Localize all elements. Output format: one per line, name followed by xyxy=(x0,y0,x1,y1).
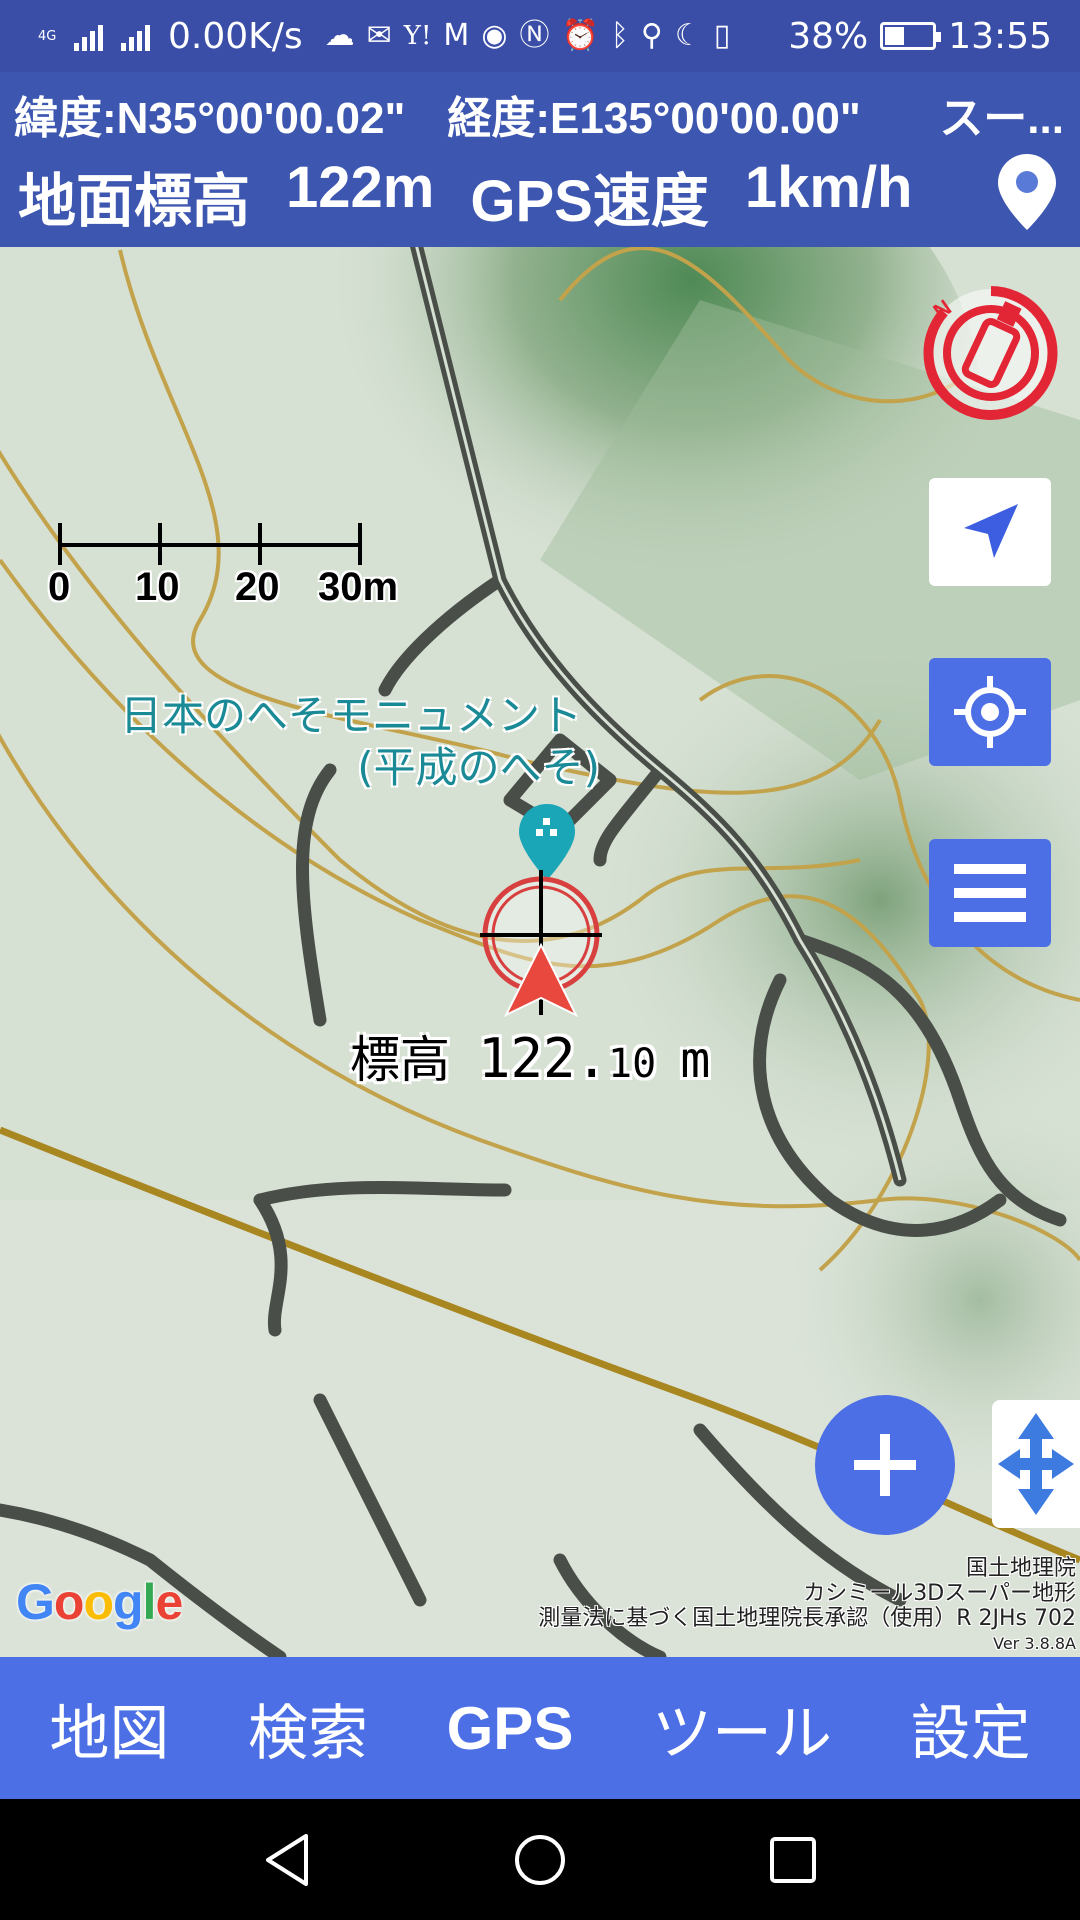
gmail-icon: M xyxy=(443,18,470,53)
latitude: 緯度:N35°00'00.02" xyxy=(14,94,406,143)
version-label: Ver 3.8.8A xyxy=(993,1634,1076,1653)
navigate-button[interactable] xyxy=(929,478,1051,586)
elevation-int: 122. xyxy=(478,1027,609,1090)
elevation-label-text: 標高 xyxy=(350,1031,450,1089)
scale-label-20: 20 xyxy=(235,565,280,609)
signal-icon-2 xyxy=(121,21,150,51)
weather-icon: ☁ xyxy=(324,18,355,53)
attribution-line-3: 測量法に基づく国土地理院長承認（使用）R 2JHs 702 xyxy=(538,1606,1076,1631)
gps-speed-label: GPS速度 xyxy=(470,169,709,234)
pan-button[interactable] xyxy=(992,1400,1080,1528)
compass-icon: N xyxy=(923,286,1058,420)
elevation-unit: m xyxy=(680,1031,711,1089)
tab-gps[interactable]: GPS xyxy=(447,1694,574,1763)
scale-label-0: 0 xyxy=(48,565,71,609)
ground-elevation-value: 122m xyxy=(286,155,435,220)
network-speed: 0.00K/s xyxy=(168,15,303,57)
scale-label-30: 30m xyxy=(318,565,399,609)
map-pin-icon xyxy=(998,154,1056,230)
center-elevation-label: 標高 122.10 m xyxy=(350,1020,710,1092)
eye-icon: ◉ xyxy=(481,18,508,53)
poi-name: 日本のへそモニュメント xyxy=(120,691,583,740)
tab-settings[interactable]: 設定 xyxy=(911,1685,1031,1772)
tab-tools[interactable]: ツール xyxy=(652,1685,832,1772)
network-type-label: 4G xyxy=(38,28,57,44)
location-icon: ⚲ xyxy=(640,18,663,53)
alarm-icon: ⏰ xyxy=(561,18,599,53)
gps-speed-value: 1km/h xyxy=(744,155,913,220)
tab-map[interactable]: 地図 xyxy=(49,1685,169,1772)
location-pin-button[interactable] xyxy=(996,152,1058,232)
moon-icon: ☾ xyxy=(674,18,702,53)
crosshair-target-icon xyxy=(954,676,1026,748)
nfc-icon: Ⓝ xyxy=(519,18,550,53)
scale-label-10: 10 xyxy=(135,565,180,609)
ground-elevation-label: 地面標高 xyxy=(18,169,251,234)
battery-percent: 38% xyxy=(788,15,869,57)
bluetooth-icon: ᛒ xyxy=(610,18,629,53)
vibrate-icon: ▯ xyxy=(713,18,731,53)
clock: 13:55 xyxy=(948,15,1052,57)
plus-icon xyxy=(854,1434,916,1496)
elevation-value: 122.10 xyxy=(478,1027,656,1090)
navigation-arrow-icon xyxy=(964,504,1018,558)
elevation-speed-row: 地面標高 122m GPS速度 1km/h xyxy=(18,154,913,238)
attribution-line-1: 国土地理院 xyxy=(965,1556,1076,1581)
poi-name-sub: (平成のへそ) xyxy=(357,743,600,792)
move-arrows-icon xyxy=(998,1413,1074,1515)
zoom-in-button[interactable] xyxy=(815,1395,955,1535)
battery-icon xyxy=(880,22,942,50)
google-logo: Google xyxy=(16,1574,183,1630)
current-location-button[interactable] xyxy=(929,658,1051,766)
poi-label[interactable]: 日本のへそモニュメント (平成のへそ) xyxy=(120,690,600,794)
back-icon[interactable] xyxy=(262,1832,312,1888)
tab-search[interactable]: 検索 xyxy=(248,1685,368,1772)
home-icon[interactable] xyxy=(512,1832,568,1888)
coordinates-row: 緯度:N35°00'00.02" 経度:E135°00'00.00" スー... xyxy=(14,82,1064,146)
overflow-text: スー... xyxy=(939,94,1064,143)
bottom-navigation: 地図 検索 GPS ツール 設定 xyxy=(0,1657,1080,1799)
status-bar: 4G 0.00K/s ☁ ✉ Y! M ◉ Ⓝ ⏰ ᛒ ⚲ ☾ ▯ 38% 13… xyxy=(0,0,1080,72)
map-attribution: 国土地理院 カシミール3Dスーパー地形 測量法に基づく国土地理院長承認（使用）R… xyxy=(538,1556,1076,1657)
recents-icon[interactable] xyxy=(768,1835,818,1885)
yahoo-icon: Y! xyxy=(403,21,432,51)
scale-bar: 0 10 20 30m xyxy=(40,505,420,615)
system-navigation-bar xyxy=(0,1799,1080,1920)
attribution-line-2: カシミール3Dスーパー地形 xyxy=(803,1581,1076,1606)
longitude: 経度:E135°00'00.00" xyxy=(447,94,861,143)
mail-icon: ✉ xyxy=(366,18,392,53)
compass-button[interactable]: N xyxy=(918,280,1064,426)
elevation-dec: 10 xyxy=(608,1041,657,1087)
info-header: 緯度:N35°00'00.02" 経度:E135°00'00.00" スー...… xyxy=(0,72,1080,247)
signal-icon xyxy=(74,21,103,51)
menu-button[interactable] xyxy=(929,839,1051,947)
hamburger-menu-icon xyxy=(954,864,1026,922)
